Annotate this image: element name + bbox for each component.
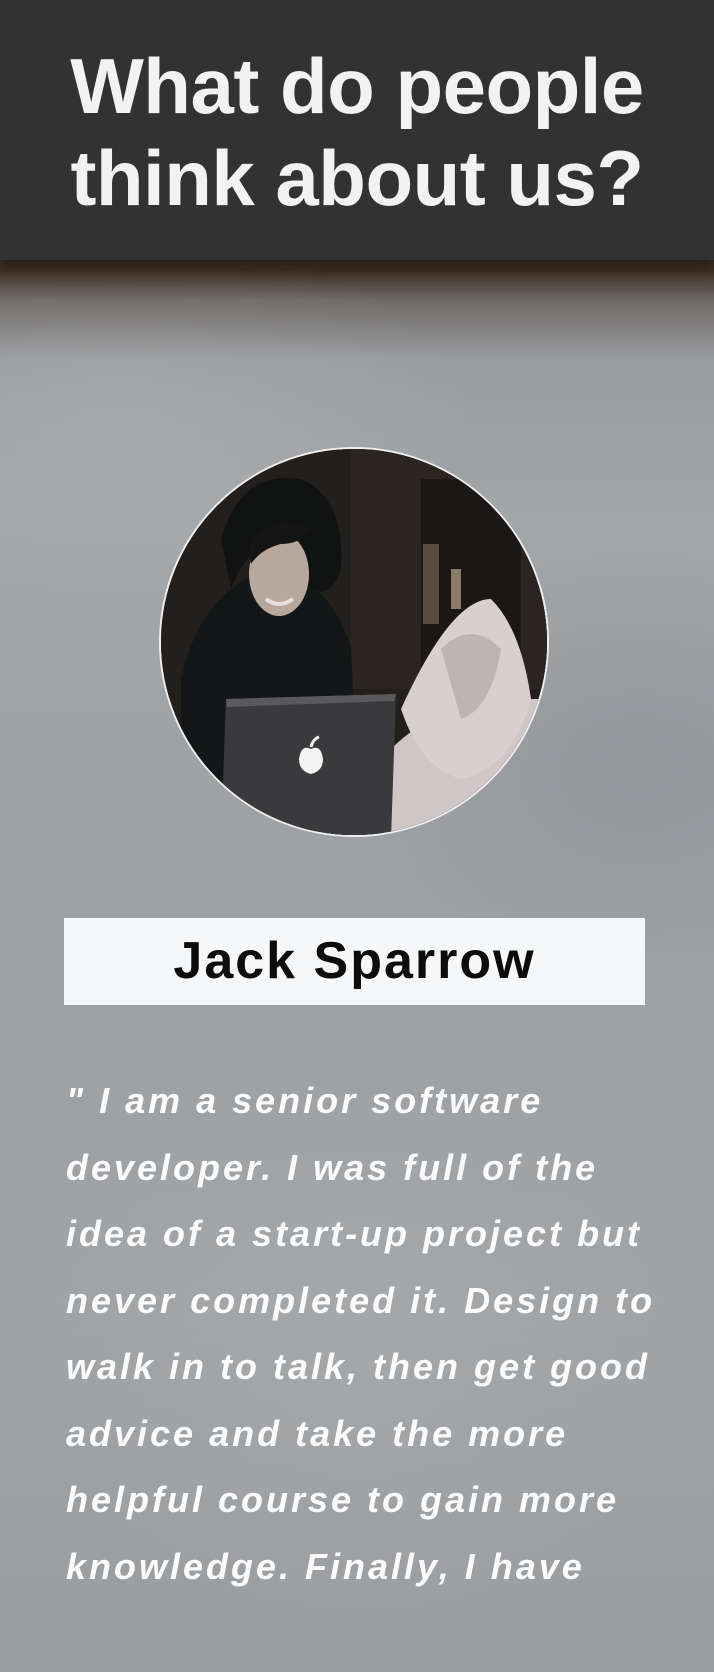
page-header: What do people think about us? [0, 0, 714, 260]
avatar-photo [161, 449, 547, 835]
name-card: Jack Sparrow [64, 918, 645, 1005]
person-name: Jack Sparrow [173, 932, 536, 990]
page-title: What do people think about us? [70, 42, 644, 222]
testimonial-quote: " I am a senior software developer. I wa… [66, 1080, 656, 1587]
avatar [159, 447, 549, 837]
